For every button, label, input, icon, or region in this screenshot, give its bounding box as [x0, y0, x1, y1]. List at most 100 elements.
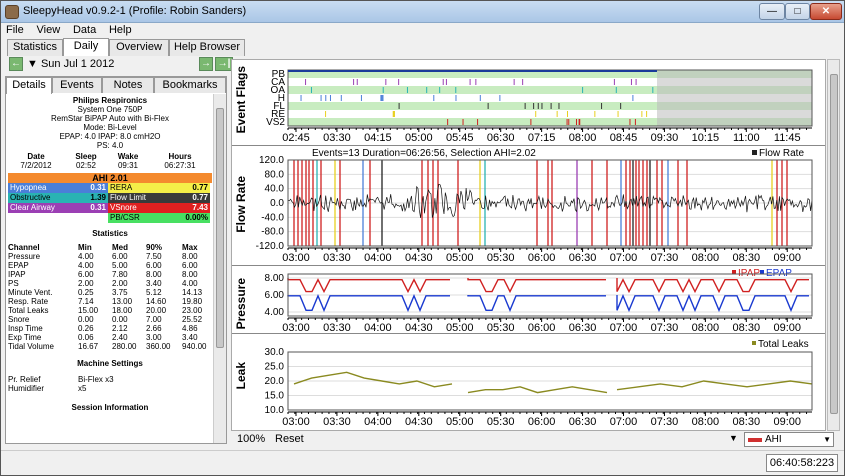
x-tick-label: 08:00 — [569, 132, 597, 144]
flow-header: Events=13 Duration=06:26:56, Selection A… — [312, 148, 536, 159]
stats-cell: 7.50 — [146, 252, 162, 261]
menu-help[interactable]: Help — [104, 23, 137, 37]
date-selector[interactable]: ▼ Sun Jul 1 2012 — [27, 58, 114, 70]
event-flags-graph[interactable]: Event Flags PB CA OA H FL RE VS2 02:45 03:30 04:1… — [232, 60, 825, 146]
ps-setting: PS: 4.0 — [96, 141, 124, 150]
menu-file[interactable]: File — [1, 23, 29, 37]
leak-line — [467, 386, 608, 394]
stats-cell: 6.00 — [182, 261, 198, 270]
stats-cell: 280.00 — [112, 342, 137, 351]
x-tick-label: 04:00 — [364, 252, 392, 264]
stats-cell: 2.40 — [112, 333, 128, 342]
settings-cell: Bi-Flex x3 — [78, 375, 114, 384]
combo-value: AHI — [765, 434, 782, 445]
subtab-notes[interactable]: Notes — [102, 77, 154, 93]
leak-plot[interactable]: Total Leaks 30.0 25.0 20.0 15.0 10.003:00 03:3… — [232, 334, 825, 430]
graph-bottom-bar: 100% Reset ▼ AHI ▼ — [231, 432, 841, 448]
x-tick-label: 08:00 — [692, 416, 720, 428]
stats-cell: 3.75 — [112, 288, 128, 297]
tab-overview[interactable]: Overview — [109, 39, 169, 56]
stats-header-cell: Channel — [8, 243, 40, 252]
stats-cell: 5.00 — [112, 261, 128, 270]
stats-cell: 360.00 — [146, 342, 171, 351]
next-day-button[interactable]: → — [199, 57, 213, 71]
x-tick-label: 07:30 — [651, 252, 679, 264]
subtab-details[interactable]: Details — [6, 77, 52, 94]
x-tick-label: 05:30 — [487, 416, 515, 428]
pressure-y-tick: 4.00 — [265, 307, 285, 318]
ipap-legend-swatch — [732, 270, 736, 274]
index-name: VSnore — [110, 203, 137, 212]
stats-cell: 8.00 — [182, 270, 198, 279]
x-tick-label: 08:00 — [692, 252, 720, 264]
ahi-row: Clear Airway 0.31 VSnore 7.43 — [8, 203, 212, 213]
ahi-row: Hypopnea 0.31 RERA 0.77 — [8, 183, 212, 193]
stats-cell: 18.00 — [112, 306, 133, 315]
flow-y-tick: 120.0 — [259, 155, 284, 166]
flow-y-tick: -120.0 — [256, 241, 285, 252]
x-tick-label: 11:45 — [774, 132, 801, 144]
x-tick-label: 05:30 — [487, 322, 515, 334]
leak-line — [293, 371, 453, 388]
menu-data[interactable]: Data — [68, 23, 101, 37]
x-tick-label: 09:30 — [651, 132, 679, 144]
index-value: 1.39 — [90, 193, 106, 202]
graph-scrollbar[interactable] — [827, 59, 840, 431]
pressure-plot[interactable]: IPAP EPAP8.006.004.0003:00 03:30 04:00 04:30… — [232, 266, 825, 334]
reset-button[interactable]: Reset — [275, 433, 304, 445]
leak-graph[interactable]: Leak Total Leaks 30.0 25.0 20.0 15.0 10.0 03:0… — [232, 334, 825, 430]
x-tick-label: 07:00 — [610, 252, 638, 264]
subtab-bookmarks[interactable]: Bookmarks — [154, 77, 226, 93]
minimize-button[interactable]: — — [759, 3, 785, 20]
x-tick-label: 06:00 — [528, 252, 556, 264]
stats-cell: Pressure — [8, 252, 41, 261]
index-value: 7.43 — [192, 203, 208, 212]
stats-cell: 3.00 — [146, 333, 162, 342]
prev-day-button[interactable]: ← — [9, 57, 23, 71]
x-tick-label: 08:30 — [733, 252, 761, 264]
graph-dropdown-button[interactable]: ▼ — [729, 433, 738, 443]
details-scrollbar[interactable] — [213, 94, 226, 443]
close-button[interactable]: ✕ — [810, 3, 842, 20]
stats-cell: 16.67 — [78, 342, 99, 351]
index-value: 0.00% — [185, 213, 208, 222]
flow-rate-plot[interactable]: Events=13 Duration=06:26:56, Selection A… — [232, 146, 825, 266]
x-tick-label: 08:30 — [733, 322, 761, 334]
x-tick-label: 10:15 — [692, 132, 720, 144]
leak-y-tick: 10.0 — [265, 405, 285, 416]
tab-help-browser[interactable]: Help Browser — [169, 39, 245, 56]
tab-daily[interactable]: Daily — [63, 38, 109, 56]
stats-cell: 7.14 — [78, 297, 94, 306]
stats-cell: 7.80 — [112, 270, 128, 279]
machine-settings-table: Pr. Relief Bi-Flex x3 Humidifier x5 — [8, 375, 212, 393]
ipap-line — [467, 278, 606, 294]
epap-line — [467, 295, 606, 313]
tab-statistics[interactable]: Statistics — [7, 39, 63, 56]
x-tick-label: 05:30 — [487, 252, 515, 264]
stats-header-cell: Max — [182, 243, 198, 252]
stats-cell: 4.86 — [182, 324, 198, 333]
clock-display: 06:40:58:223 — [766, 454, 838, 472]
maximize-button[interactable]: □ — [785, 3, 810, 20]
leak-legend: Total Leaks — [758, 339, 809, 350]
x-tick-label: 03:30 — [323, 322, 351, 334]
color-swatch — [748, 438, 762, 442]
pressure-graph[interactable]: Pressure IPAP EPAP 8.00 6.00 4.00 03:00 03:30 0… — [232, 266, 825, 334]
graph-scroll-thumb[interactable] — [830, 74, 838, 414]
subtab-events[interactable]: Events — [52, 77, 102, 93]
menu-view[interactable]: View — [32, 23, 66, 37]
event-flags-plot[interactable]: PBCAOAHFLREVS202:45 03:30 04:15 05:00 05:45 0… — [232, 60, 825, 146]
index-name: Clear Airway — [10, 203, 55, 212]
leak-y-tick: 30.0 — [265, 347, 285, 358]
x-tick-label: 06:30 — [569, 416, 597, 428]
stats-cell: 2.12 — [112, 324, 128, 333]
ahi-row: Obstructive 1.39 Flow Limit 0.77 — [8, 193, 212, 203]
x-tick-label: 05:00 — [446, 322, 474, 334]
details-panel: Details Events Notes Bookmarks Philips R… — [5, 76, 227, 444]
scroll-thumb[interactable] — [216, 108, 224, 348]
x-tick-label: 03:00 — [282, 322, 310, 334]
flow-rate-graph[interactable]: Flow Rate Events=13 Duration=06:26:56, S… — [232, 146, 825, 266]
stats-cell: Tidal Volume — [8, 342, 54, 351]
graph-select-combo[interactable]: AHI ▼ — [744, 432, 834, 447]
settings-cell: x5 — [78, 384, 87, 393]
